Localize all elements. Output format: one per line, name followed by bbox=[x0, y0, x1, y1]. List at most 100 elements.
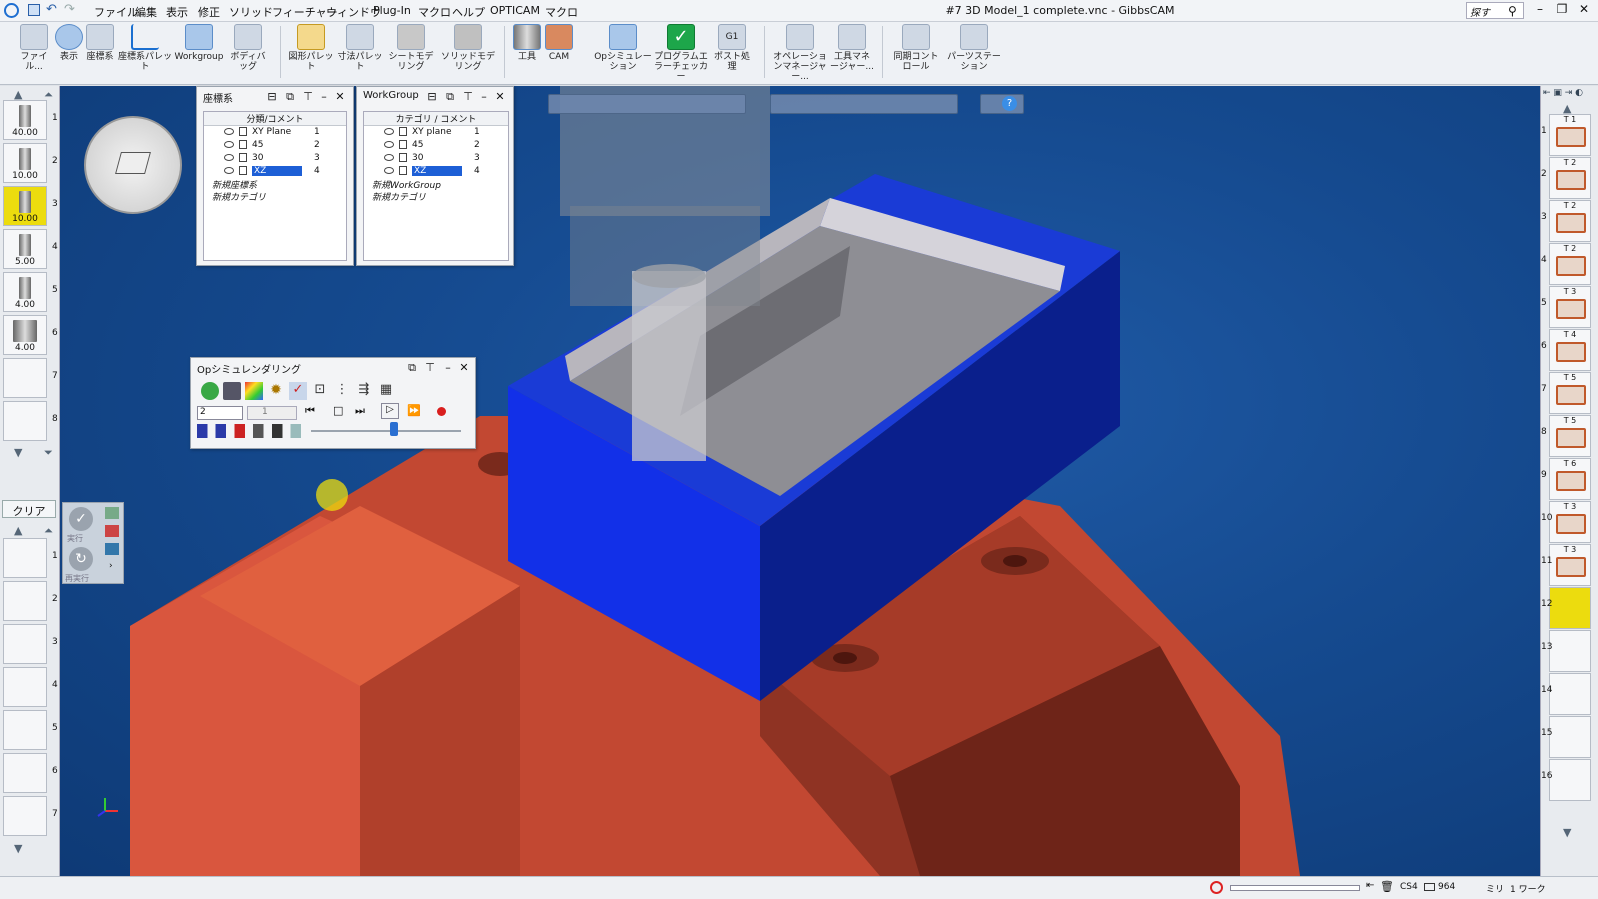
menu-solid[interactable]: ソリッド bbox=[229, 4, 273, 20]
ribbon-cam-button[interactable]: CAM bbox=[544, 24, 574, 82]
operation-slot[interactable]: T 5 8 bbox=[1541, 415, 1591, 457]
run-icon[interactable]: ✓ bbox=[69, 507, 93, 531]
ribbon-op-sim-button[interactable]: Opシミュレーション bbox=[592, 24, 654, 82]
expand-icon[interactable]: ⏷ bbox=[44, 446, 53, 460]
scroll-down-icon[interactable]: ▼ bbox=[1563, 826, 1571, 839]
ribbon-part-station-button[interactable]: パーツステーション bbox=[946, 24, 1002, 82]
sim-speed-slider-thumb[interactable] bbox=[389, 422, 398, 436]
tool-slot[interactable]: 4.00 6 bbox=[3, 315, 58, 355]
tool-slot[interactable]: 8 bbox=[3, 401, 58, 441]
eye-icon[interactable] bbox=[224, 154, 234, 161]
operation-slot[interactable]: T 6 9 bbox=[1541, 458, 1591, 500]
restore-button[interactable]: ❐ bbox=[1552, 2, 1572, 19]
menu-file[interactable]: ファイル bbox=[94, 4, 138, 20]
rewind-button[interactable]: ⏮ bbox=[305, 404, 315, 418]
redo-icon[interactable]: ↷ bbox=[64, 2, 75, 17]
ribbon-sync-control-button[interactable]: 同期コントロール bbox=[890, 24, 942, 82]
eye-icon[interactable] bbox=[224, 167, 234, 174]
ribbon-bodybag-button[interactable]: ボディバッグ bbox=[226, 24, 270, 82]
ribbon-shape-palette-button[interactable]: 図形パレット bbox=[288, 24, 334, 82]
operation-slot[interactable]: T 3 11 bbox=[1541, 544, 1591, 586]
viewport-toolbar-right[interactable] bbox=[770, 94, 958, 114]
operation-slot[interactable]: T 1 1 bbox=[1541, 114, 1591, 156]
play-button[interactable]: ▷ bbox=[381, 403, 399, 419]
operation-slot[interactable]: T 4 6 bbox=[1541, 329, 1591, 371]
search-icon[interactable]: ⚲ bbox=[1508, 4, 1517, 18]
cs-row[interactable]: XY Plane 1 bbox=[204, 126, 346, 139]
operation-slot[interactable]: T 3 10 bbox=[1541, 501, 1591, 543]
ribbon-view-button[interactable]: 表示 bbox=[54, 24, 84, 82]
sim-render-icons[interactable] bbox=[197, 424, 301, 438]
operation-slot[interactable]: T 5 7 bbox=[1541, 372, 1591, 414]
op-expand-icon[interactable]: › bbox=[109, 561, 113, 571]
op-slot[interactable]: 7 bbox=[3, 796, 58, 836]
rewind-icon[interactable]: ⇤ bbox=[1366, 880, 1374, 891]
sim-tool-field[interactable]: 1 bbox=[247, 406, 297, 420]
operation-slot[interactable]: 16 bbox=[1541, 759, 1591, 801]
minimize-button[interactable]: – bbox=[1530, 2, 1550, 19]
eye-icon[interactable] bbox=[224, 128, 234, 135]
view-cube-icon[interactable] bbox=[115, 152, 151, 174]
tool-slot-active[interactable]: 10.00 3 bbox=[3, 186, 58, 226]
workgroup-row-selected[interactable]: XZ 4 bbox=[364, 165, 508, 178]
ribbon-op-manager-button[interactable]: オペレーションマネージャー... bbox=[772, 24, 828, 82]
dock-icon[interactable]: ⊟ bbox=[425, 90, 439, 103]
close-panel-icon[interactable]: ✕ bbox=[493, 90, 507, 103]
minimize-panel-icon[interactable]: – bbox=[317, 90, 331, 103]
op-slot[interactable]: 1 bbox=[3, 538, 58, 578]
operation-slot[interactable]: 15 bbox=[1541, 716, 1591, 758]
op-delete-icon[interactable] bbox=[105, 525, 119, 537]
eye-icon[interactable] bbox=[384, 167, 394, 174]
operation-slot[interactable]: T 2 4 bbox=[1541, 243, 1591, 285]
op-slot[interactable]: 5 bbox=[3, 710, 58, 750]
stop-icon[interactable] bbox=[1210, 881, 1223, 894]
close-panel-icon[interactable]: ✕ bbox=[333, 90, 347, 103]
sim-film-icon[interactable]: ▦ bbox=[377, 382, 395, 400]
operation-slot-active[interactable]: 12 bbox=[1541, 587, 1591, 629]
operation-slot[interactable]: 13 bbox=[1541, 630, 1591, 672]
sim-settings-icon[interactable]: ✹ bbox=[267, 382, 285, 400]
ribbon-tool-button[interactable]: 工具 bbox=[512, 24, 542, 82]
workgroup-row[interactable]: 30 3 bbox=[364, 152, 508, 165]
ribbon-dimension-palette-button[interactable]: 寸法パレット bbox=[337, 24, 383, 82]
operation-slot[interactable]: T 3 5 bbox=[1541, 286, 1591, 328]
op-scroll-down-icon[interactable]: ▼ bbox=[14, 842, 22, 855]
ribbon-cs-button[interactable]: 座標系 bbox=[85, 24, 115, 82]
step-button[interactable]: ⏭ bbox=[355, 404, 365, 418]
redo-icon[interactable]: ↻ bbox=[69, 547, 93, 571]
sim-op-field[interactable]: 2 bbox=[197, 406, 243, 420]
menu-modify[interactable]: 修正 bbox=[198, 4, 220, 20]
fast-forward-button[interactable]: ⏩ bbox=[407, 404, 421, 417]
cs-row[interactable]: 30 3 bbox=[204, 152, 346, 165]
eye-icon[interactable] bbox=[384, 141, 394, 148]
ribbon-workgroup-button[interactable]: Workgroup bbox=[174, 24, 224, 82]
op-slot[interactable]: 3 bbox=[3, 624, 58, 664]
menu-help[interactable]: ヘルプ bbox=[452, 4, 485, 20]
menu-macro[interactable]: マクロ bbox=[418, 4, 451, 20]
ribbon-solid-modeling-button[interactable]: ソリッドモデリング bbox=[440, 24, 496, 82]
eye-icon[interactable] bbox=[384, 128, 394, 135]
op-slot[interactable]: 4 bbox=[3, 667, 58, 707]
workgroup-row[interactable]: XY plane 1 bbox=[364, 126, 508, 139]
sim-mode-icon[interactable] bbox=[201, 382, 219, 400]
pin-icon[interactable]: ⊤ bbox=[301, 90, 315, 103]
undo-icon[interactable]: ↶ bbox=[46, 2, 57, 17]
sim-speed-slider-track[interactable] bbox=[311, 430, 461, 432]
tool-slot[interactable]: 40.00 1 bbox=[3, 100, 58, 140]
sim-lock-icon[interactable]: ⊡ bbox=[311, 382, 329, 400]
sim-grid-icon[interactable]: ⋮ bbox=[333, 382, 351, 400]
float-icon[interactable]: ⧉ bbox=[443, 90, 457, 104]
tool-slot[interactable]: 7 bbox=[3, 358, 58, 398]
help-icon[interactable]: ? bbox=[1002, 96, 1017, 111]
close-panel-icon[interactable]: ✕ bbox=[457, 361, 471, 374]
op-scroll-up-icon[interactable]: ▲ bbox=[14, 524, 22, 537]
stop-button[interactable]: □ bbox=[333, 404, 343, 417]
sim-color-icon[interactable] bbox=[245, 382, 263, 400]
app-logo-icon[interactable] bbox=[4, 3, 19, 18]
pane-toggle-icons[interactable]: ⇤ ▣ ⇥ ◐ bbox=[1543, 88, 1595, 100]
dock-icon[interactable]: ⊟ bbox=[265, 90, 279, 103]
operation-slot[interactable]: T 2 3 bbox=[1541, 200, 1591, 242]
scroll-down-icon[interactable]: ▼ bbox=[14, 446, 22, 459]
clear-button[interactable]: クリア bbox=[2, 500, 56, 518]
menu-plugin[interactable]: Plug-In bbox=[373, 4, 411, 17]
